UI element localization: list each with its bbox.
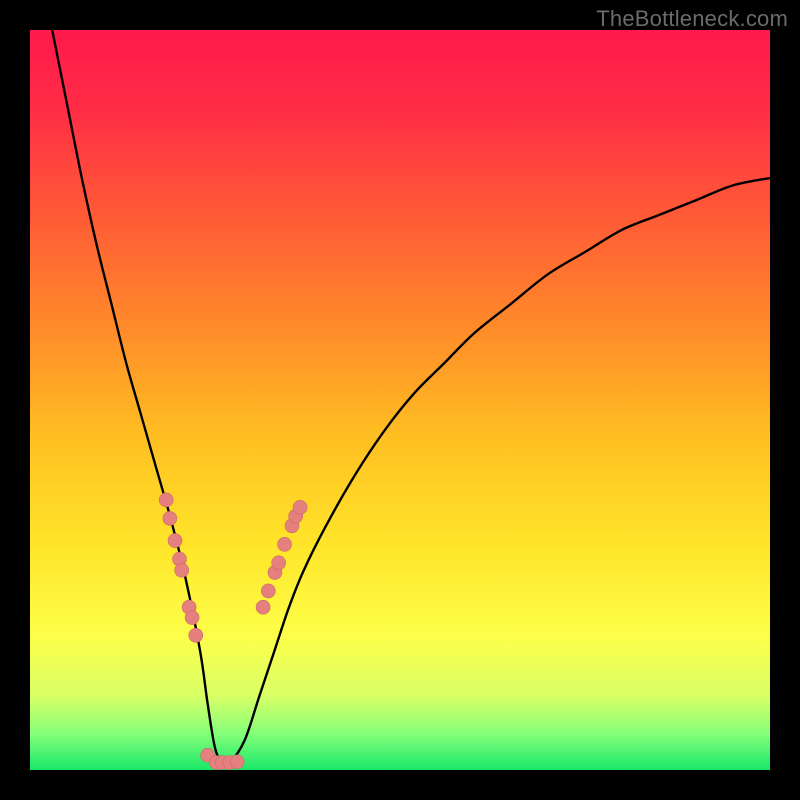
curve-marker xyxy=(175,563,189,577)
curve-marker xyxy=(278,537,292,551)
curve-marker xyxy=(293,500,307,514)
curve-marker xyxy=(261,584,275,598)
watermark-text: TheBottleneck.com xyxy=(596,6,788,32)
curve-marker xyxy=(185,611,199,625)
curve-marker xyxy=(189,628,203,642)
curve-marker xyxy=(256,600,270,614)
curve-marker xyxy=(230,755,244,769)
curve-marker xyxy=(168,534,182,548)
chart-svg xyxy=(30,30,770,770)
curve-marker xyxy=(159,493,173,507)
gradient-background xyxy=(30,30,770,770)
chart-frame: TheBottleneck.com xyxy=(0,0,800,800)
curve-marker xyxy=(272,556,286,570)
chart-plot-area xyxy=(30,30,770,770)
curve-marker xyxy=(163,511,177,525)
